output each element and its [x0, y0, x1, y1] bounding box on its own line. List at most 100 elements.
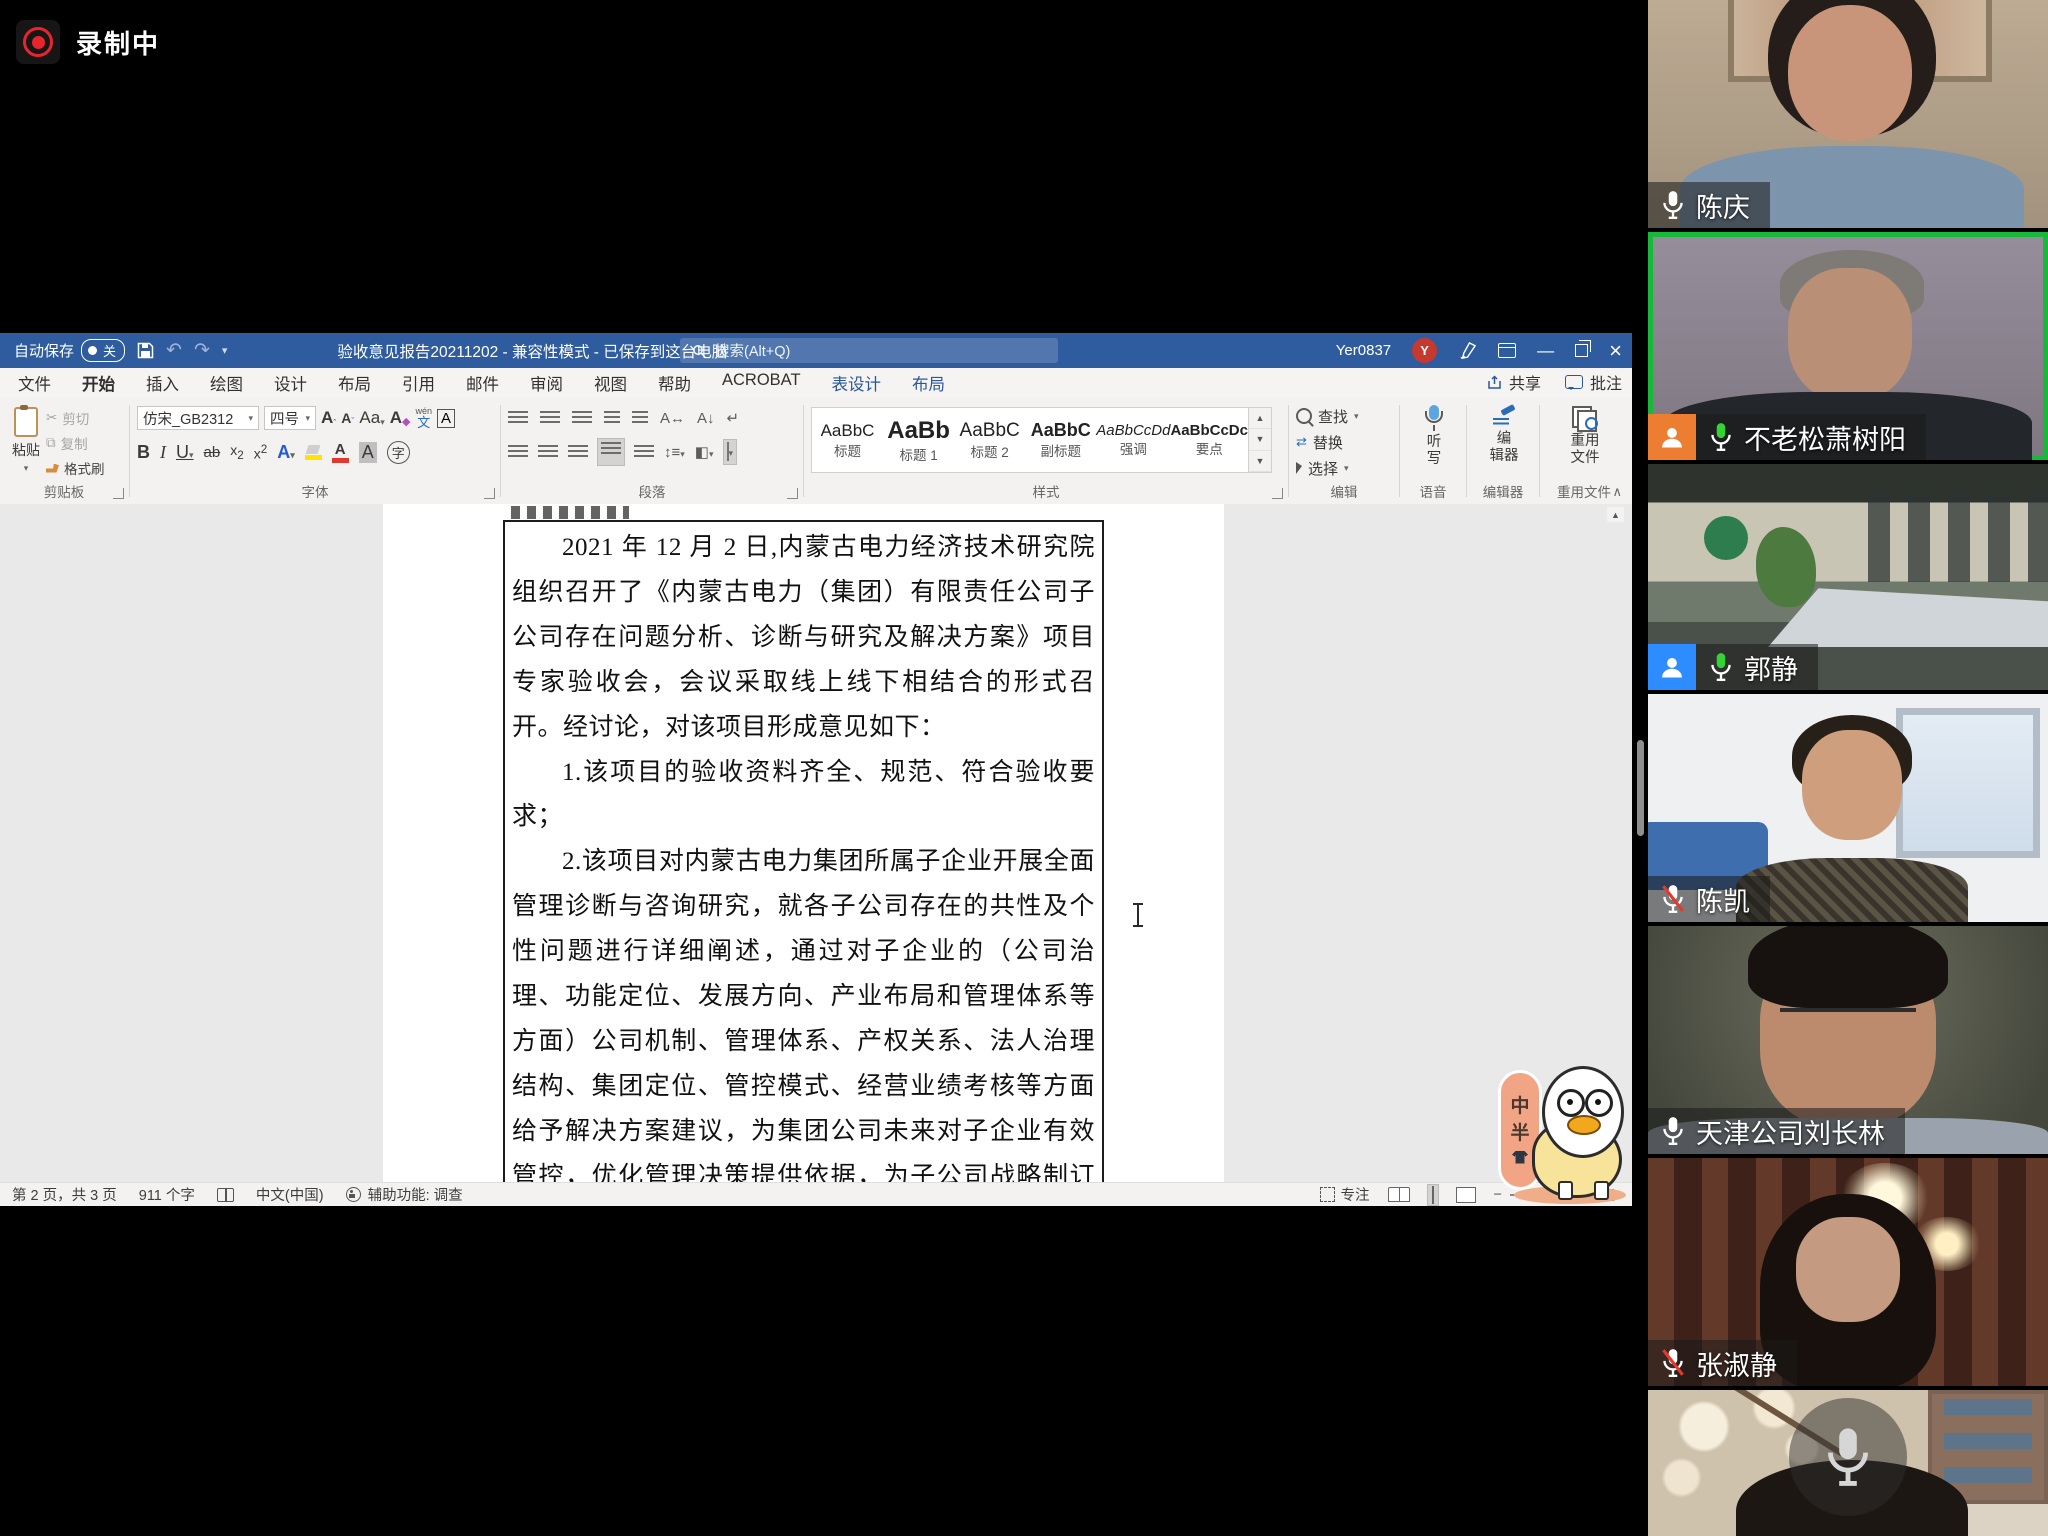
search-input[interactable]: 搜索(Alt+Q): [680, 338, 1058, 363]
language-indicator[interactable]: 中文(中国): [256, 1184, 324, 1205]
tab-help[interactable]: 帮助: [656, 368, 693, 398]
tab-table-layout[interactable]: 布局: [910, 368, 947, 398]
word-count[interactable]: 911 个字: [139, 1184, 195, 1205]
align-center-button[interactable]: [538, 445, 558, 460]
video-tile-1[interactable]: 陈庆: [1648, 0, 2048, 228]
styles-expand-icon[interactable]: ▼: [1249, 451, 1271, 472]
asian-layout-button[interactable]: A↔: [660, 410, 685, 427]
style-intense[interactable]: AaBbCcDc要点: [1170, 408, 1248, 472]
paste-button[interactable]: 粘贴 ▾: [6, 403, 46, 484]
style-emphasis[interactable]: AaBbCcDd强调: [1096, 408, 1170, 472]
italic-button[interactable]: I: [160, 442, 166, 463]
reuse-label-2[interactable]: 文件: [1571, 450, 1600, 467]
sort-button[interactable]: A↓: [697, 410, 715, 427]
line-spacing-button[interactable]: ↕≡▾: [664, 444, 685, 461]
phonetic-guide-button[interactable]: wén文: [415, 407, 432, 429]
styles-dialog-launcher[interactable]: [1272, 488, 1283, 499]
tab-acrobat[interactable]: ACROBAT: [720, 368, 803, 398]
dictate-label-2[interactable]: 写: [1427, 451, 1442, 468]
tab-table-design[interactable]: 表设计: [830, 368, 884, 398]
clear-formatting-button[interactable]: A◆: [390, 408, 411, 428]
account-name[interactable]: Yer0837: [1336, 342, 1391, 359]
tab-design[interactable]: 设计: [272, 368, 309, 398]
print-layout-button[interactable]: [1428, 1185, 1438, 1205]
find-button[interactable]: 查找▾: [1296, 403, 1394, 429]
styles-scroll-up-icon[interactable]: ▲: [1249, 408, 1271, 429]
increase-indent-button[interactable]: [632, 411, 648, 426]
video-tile-3[interactable]: 郭静: [1648, 464, 2048, 690]
page-indicator[interactable]: 第 2 页，共 3 页: [12, 1184, 117, 1205]
shading-button[interactable]: ◧▾: [695, 443, 714, 461]
show-marks-button[interactable]: ↵: [727, 409, 740, 427]
subscript-button[interactable]: x2: [230, 442, 243, 462]
cut-button[interactable]: ✂剪切: [46, 408, 105, 428]
tab-layout[interactable]: 布局: [336, 368, 373, 398]
share-button[interactable]: 共享: [1487, 370, 1541, 394]
numbering-button[interactable]: [540, 411, 560, 426]
redo-button[interactable]: ↷: [194, 341, 210, 360]
tab-insert[interactable]: 插入: [144, 368, 181, 398]
accessibility-status[interactable]: 辅助功能: 调查: [346, 1184, 463, 1205]
strikethrough-button[interactable]: ab: [204, 444, 221, 461]
ink-pen-icon[interactable]: [1458, 341, 1477, 360]
minimize-button[interactable]: —: [1537, 342, 1554, 359]
video-tile-4[interactable]: 陈凯: [1648, 694, 2048, 922]
style-subtitle[interactable]: AaBbC副标题: [1025, 408, 1096, 472]
tab-review[interactable]: 审阅: [528, 368, 565, 398]
autosave-toggle[interactable]: 自动保存 关: [14, 339, 125, 362]
scroll-up-button[interactable]: ▲: [1607, 507, 1624, 522]
style-heading1[interactable]: AaBb标题 1: [883, 408, 954, 472]
font-dialog-launcher[interactable]: [484, 488, 495, 499]
read-mode-button[interactable]: [1388, 1187, 1410, 1202]
tab-references[interactable]: 引用: [400, 368, 437, 398]
editor-label-1[interactable]: 编: [1497, 431, 1512, 448]
reuse-label-1[interactable]: 重用: [1571, 433, 1600, 450]
editor-icon[interactable]: [1493, 407, 1515, 427]
recording-indicator[interactable]: 录制中: [16, 20, 160, 64]
text-effects-button[interactable]: A▾: [277, 442, 295, 463]
font-size-combo[interactable]: 四号▾: [264, 406, 316, 430]
web-layout-button[interactable]: [1456, 1187, 1476, 1203]
dictate-label-1[interactable]: 听: [1427, 434, 1442, 451]
highlight-button[interactable]: [305, 445, 322, 460]
video-tile-6[interactable]: 张淑静: [1648, 1158, 2048, 1386]
video-tile-5[interactable]: 天津公司刘长林: [1648, 926, 2048, 1154]
document-page[interactable]: 2021 年 12 月 2 日,内蒙古电力经济技术研究院组织召开了《内蒙古电力（…: [383, 504, 1224, 1183]
account-avatar[interactable]: Y: [1412, 338, 1437, 363]
clipboard-dialog-launcher[interactable]: [113, 488, 124, 499]
bold-button[interactable]: B: [137, 442, 150, 463]
undo-button[interactable]: ↶: [166, 341, 182, 360]
dictate-mic-icon[interactable]: [1425, 405, 1443, 431]
copy-button[interactable]: ⧉复制: [46, 433, 105, 453]
select-button[interactable]: 选择▾: [1296, 455, 1394, 481]
distribute-button[interactable]: [634, 445, 654, 460]
shrink-font-button[interactable]: Aˇ: [341, 410, 354, 426]
styles-gallery-scroll[interactable]: ▲ ▼ ▼: [1249, 407, 1272, 473]
replace-button[interactable]: ⇄替换: [1296, 429, 1394, 455]
change-case-button[interactable]: Aa▾: [359, 408, 384, 428]
styles-scroll-down-icon[interactable]: ▼: [1249, 429, 1271, 450]
proofing-icon[interactable]: [217, 1188, 234, 1202]
tab-mailings[interactable]: 邮件: [464, 368, 501, 398]
tab-home[interactable]: 开始: [80, 368, 117, 398]
document-area[interactable]: 2021 年 12 月 2 日,内蒙古电力经济技术研究院组织召开了《内蒙古电力（…: [0, 504, 1632, 1183]
tab-file[interactable]: 文件: [16, 368, 53, 398]
paragraph-dialog-launcher[interactable]: [787, 488, 798, 499]
underline-button[interactable]: U▾: [176, 442, 194, 463]
decrease-indent-button[interactable]: [604, 411, 620, 426]
font-name-combo[interactable]: 仿宋_GB2312▾: [137, 406, 259, 430]
character-border-button[interactable]: A: [437, 409, 455, 428]
multilevel-list-button[interactable]: [572, 411, 592, 426]
ime-mode-chinese[interactable]: 中: [1510, 1097, 1529, 1116]
close-button[interactable]: ×: [1609, 340, 1622, 362]
align-right-button[interactable]: [568, 445, 588, 460]
tab-draw[interactable]: 绘图: [208, 368, 245, 398]
style-heading2[interactable]: AaBbC标题 2: [954, 408, 1025, 472]
enclose-characters-button[interactable]: 字: [387, 441, 410, 464]
ime-duck-sticker[interactable]: 中 半: [1498, 1054, 1638, 1204]
ribbon-display-options-icon[interactable]: [1498, 343, 1516, 358]
customize-qat-caret-icon[interactable]: ▾: [222, 344, 228, 357]
grow-font-button[interactable]: Aˆ: [321, 408, 336, 428]
font-color-button[interactable]: A: [332, 442, 349, 463]
video-tile-7[interactable]: [1648, 1390, 2048, 1536]
